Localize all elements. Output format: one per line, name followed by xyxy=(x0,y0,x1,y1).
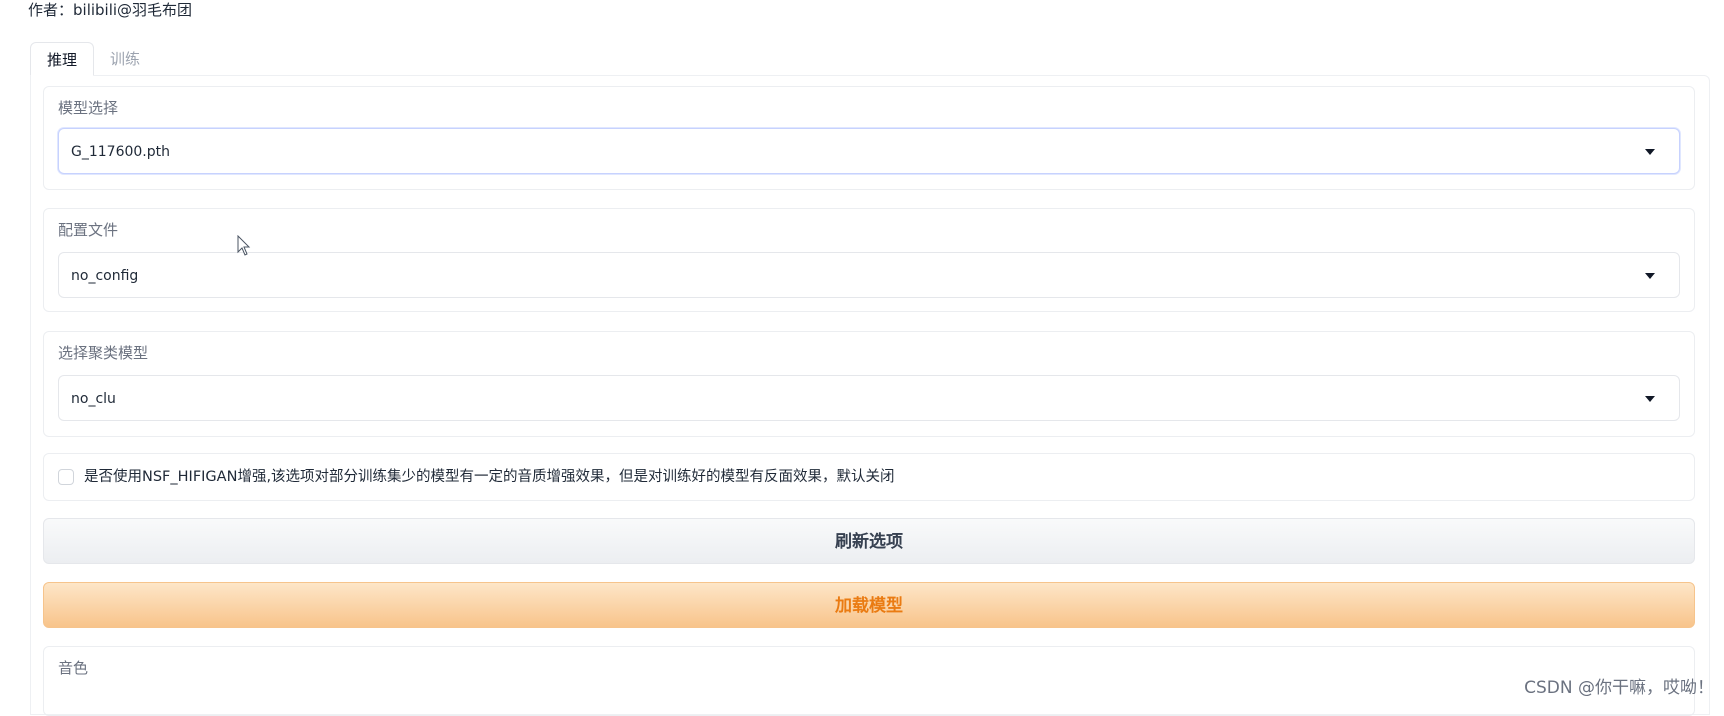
tab-bar: 推理 训练 xyxy=(30,42,156,76)
cluster-model-dropdown[interactable]: no_clu xyxy=(58,375,1680,421)
tab-inference[interactable]: 推理 xyxy=(30,42,95,76)
nsf-hifigan-option: 是否使用NSF_HIFIGAN增强,该选项对部分训练集少的模型有一定的音质增强效… xyxy=(43,453,1695,501)
config-file-label: 配置文件 xyxy=(58,221,119,239)
author-credit: 作者：bilibili@羽毛布团 xyxy=(28,1,193,19)
nsf-hifigan-label[interactable]: 是否使用NSF_HIFIGAN增强,该选项对部分训练集少的模型有一定的音质增强效… xyxy=(84,454,895,500)
chevron-down-icon xyxy=(1645,149,1655,155)
config-file-value: no_config xyxy=(71,268,139,284)
config-file-dropdown[interactable]: no_config xyxy=(58,252,1680,298)
nsf-hifigan-checkbox[interactable] xyxy=(58,469,74,485)
chevron-down-icon xyxy=(1645,396,1655,402)
tab-training[interactable]: 训练 xyxy=(94,42,156,76)
csdn-watermark: CSDN @你干嘛，哎呦！ xyxy=(1524,678,1714,698)
cluster-model-block: 选择聚类模型 no_clu xyxy=(43,331,1695,437)
refresh-options-button[interactable]: 刷新选项 xyxy=(43,518,1695,564)
load-model-button[interactable]: 加载模型 xyxy=(43,582,1695,628)
chevron-down-icon xyxy=(1645,273,1655,279)
mouse-cursor-icon xyxy=(237,235,251,256)
timbre-label: 音色 xyxy=(58,659,89,677)
model-select-label: 模型选择 xyxy=(58,99,119,117)
model-select-block: 模型选择 G_117600.pth xyxy=(43,86,1695,190)
model-select-dropdown[interactable]: G_117600.pth xyxy=(58,128,1680,174)
config-file-block: 配置文件 no_config xyxy=(43,208,1695,312)
model-select-value: G_117600.pth xyxy=(71,144,170,160)
cluster-model-value: no_clu xyxy=(71,391,116,407)
cluster-model-label: 选择聚类模型 xyxy=(58,344,149,362)
